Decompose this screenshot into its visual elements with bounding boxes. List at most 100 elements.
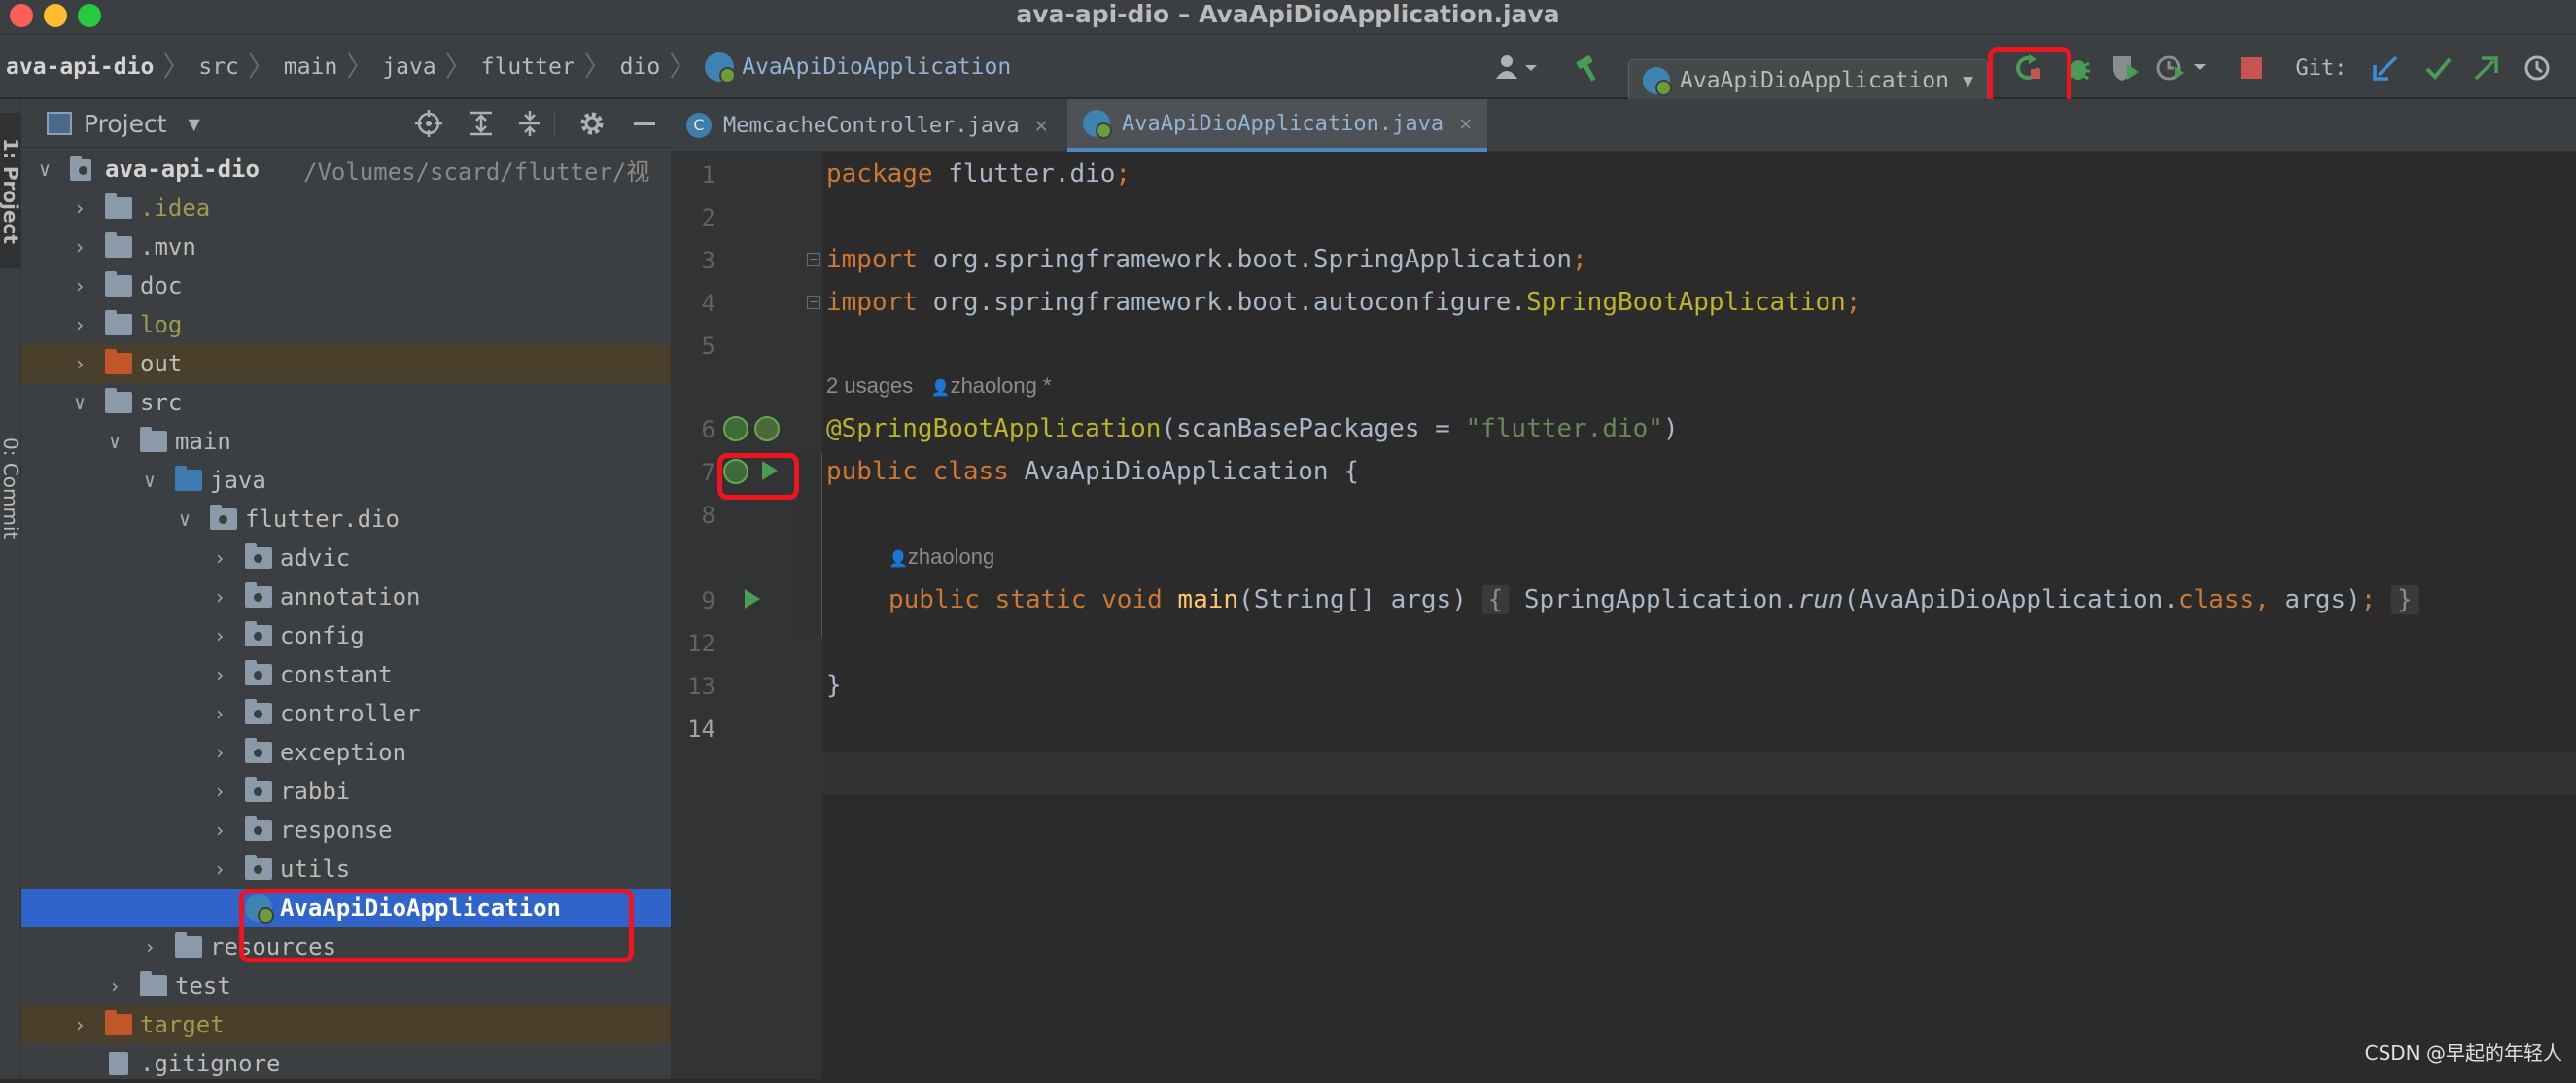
code-line-1[interactable]: package flutter.dio; — [826, 159, 1131, 189]
line-number: 6 — [671, 416, 715, 443]
git-update-button[interactable] — [2366, 47, 2405, 89]
chevron-right-icon: › — [208, 702, 231, 725]
tree-row-constant[interactable]: › constant — [21, 655, 671, 694]
build-button[interactable] — [1567, 47, 1610, 89]
chevron-down-icon: ∨ — [68, 391, 91, 414]
chevron-right-icon: › — [208, 780, 231, 803]
stop-button[interactable] — [2232, 47, 2271, 89]
commit-tool-tab[interactable]: 0: Commit — [0, 410, 21, 566]
run-main-icon[interactable] — [745, 589, 760, 609]
project-window-icon — [47, 112, 72, 135]
user-account-button[interactable] — [1487, 47, 1546, 89]
tree-row-utils[interactable]: › utils — [21, 850, 671, 889]
chevron-right-icon: › — [208, 546, 231, 570]
profiler-button[interactable] — [2152, 47, 2214, 89]
package-icon — [245, 586, 272, 608]
tree-row-label: flutter.dio — [245, 506, 400, 533]
close-tab-icon[interactable]: ✕ — [1035, 114, 1048, 138]
tree-row-flutter-dio[interactable]: ∨ flutter.dio — [21, 500, 671, 539]
tab-memcache-controller[interactable]: C MemcacheController.java ✕ — [671, 99, 1067, 152]
punctuation-token: ; — [1115, 159, 1131, 189]
spring-boot-class-icon — [1083, 110, 1110, 137]
author-hint[interactable]: zhaolong — [908, 544, 994, 569]
annotation-token: SpringBootApplication — [1526, 288, 1846, 317]
line-number: 8 — [671, 502, 715, 529]
locate-file-button[interactable] — [412, 107, 445, 140]
tree-row-label: .mvn — [140, 233, 196, 261]
code-line-7[interactable]: public class AvaApiDioApplication { — [826, 457, 1359, 486]
git-history-button[interactable] — [2518, 47, 2557, 89]
tree-row-exception[interactable]: › exception — [21, 733, 671, 772]
project-view-selector[interactable]: Project ▼ — [47, 107, 200, 140]
tree-row-mvn[interactable]: › .mvn — [21, 227, 671, 266]
project-tool-tab[interactable]: 1: Project — [0, 113, 21, 268]
code-line-6[interactable]: @SpringBootApplication(scanBasePackages … — [826, 414, 1679, 443]
tree-row-label: doc — [140, 272, 182, 299]
header-divider — [554, 111, 555, 136]
tab-ava-api-dio-application[interactable]: AvaApiDioApplication.java ✕ — [1067, 99, 1487, 152]
code-token: SpringApplication. — [1524, 585, 1798, 614]
tree-row-label: advic — [280, 544, 350, 572]
tree-row-idea[interactable]: › .idea — [21, 189, 671, 227]
code-line-4[interactable]: import org.springframework.boot.autoconf… — [826, 288, 1861, 317]
tree-row-controller[interactable]: › controller — [21, 694, 671, 733]
package-icon — [210, 508, 237, 530]
line-number: 4 — [671, 290, 715, 317]
line-number: 13 — [671, 673, 715, 700]
tree-row-java[interactable]: ∨ java — [21, 461, 671, 500]
punctuation-token: ; — [2361, 585, 2377, 614]
method-name-token: main — [1177, 585, 1238, 614]
run-configuration-select[interactable]: AvaApiDioApplication ▼ — [1628, 59, 1988, 102]
tree-row-annotation[interactable]: › annotation — [21, 577, 671, 616]
tab-label: MemcacheController.java — [723, 114, 1020, 138]
code-line-3[interactable]: import org.springframework.boot.SpringAp… — [826, 245, 1587, 274]
collapse-all-button[interactable] — [513, 107, 546, 140]
chevron-right-icon: › — [208, 585, 231, 609]
fold-marker-icon[interactable]: − — [807, 253, 820, 266]
tree-row-target[interactable]: › target — [21, 1005, 671, 1044]
tree-row-out[interactable]: › out — [21, 344, 671, 383]
tree-row-advic[interactable]: › advic — [21, 539, 671, 577]
selected-class-highlight-box — [239, 889, 634, 962]
author-hint[interactable]: zhaolong * — [951, 373, 1052, 398]
editor-tab-bar: C MemcacheController.java ✕ AvaApiDioApp… — [671, 99, 2576, 152]
tree-row-config[interactable]: › config — [21, 616, 671, 655]
folded-brace[interactable]: { — [1482, 585, 1510, 614]
spring-bean-gutter-icon[interactable] — [723, 416, 748, 441]
tree-row-doc[interactable]: › doc — [21, 266, 671, 305]
code-line-13[interactable]: } — [826, 671, 842, 700]
usages-hint[interactable]: 2 usages — [826, 373, 913, 398]
panel-settings-button[interactable] — [575, 107, 609, 140]
hide-panel-button[interactable] — [628, 107, 661, 140]
arrow-up-right-icon — [2472, 53, 2501, 83]
code-vision-hint[interactable]: 2 usages 👤zhaolong * — [826, 373, 1052, 399]
code-vision-hint[interactable]: 👤zhaolong — [888, 544, 994, 570]
line-number: 3 — [671, 247, 715, 274]
spring-scan-gutter-icon[interactable] — [754, 416, 780, 441]
code-token: args) — [2270, 585, 2361, 614]
package-icon — [245, 664, 272, 685]
fold-marker-icon[interactable]: − — [807, 296, 820, 309]
tree-row-project-root[interactable]: ∨ ava-api-dio /Volumes/scard/flutter/视 — [21, 150, 671, 189]
tree-row-log[interactable]: › log — [21, 305, 671, 344]
git-push-button[interactable] — [2467, 47, 2506, 89]
tree-row-response[interactable]: › response — [21, 811, 671, 850]
chevron-right-icon: › — [208, 663, 231, 686]
keyword-token: import — [826, 245, 918, 274]
window-title: ava-api-dio – AvaApiDioApplication.java — [0, 0, 2576, 31]
tree-row-test[interactable]: › test — [21, 966, 671, 1005]
code-line-9[interactable]: public static void main(String[] args) {… — [888, 585, 2419, 614]
method-call-token: run — [1798, 585, 1844, 614]
git-commit-button[interactable] — [2419, 47, 2457, 89]
tree-row-gitignore[interactable]: .gitignore — [21, 1044, 671, 1083]
package-icon — [245, 858, 272, 880]
tree-row-main[interactable]: ∨ main — [21, 422, 671, 461]
expand-all-button[interactable] — [465, 107, 498, 140]
tree-row-label: .idea — [140, 194, 210, 222]
crosshair-icon — [414, 109, 443, 138]
close-tab-icon[interactable]: ✕ — [1459, 112, 1472, 136]
tree-row-rabbi[interactable]: › rabbi — [21, 772, 671, 811]
folded-brace[interactable]: } — [2391, 585, 2419, 614]
tree-row-src[interactable]: ∨ src — [21, 383, 671, 422]
run-with-coverage-button[interactable] — [2104, 47, 2146, 89]
